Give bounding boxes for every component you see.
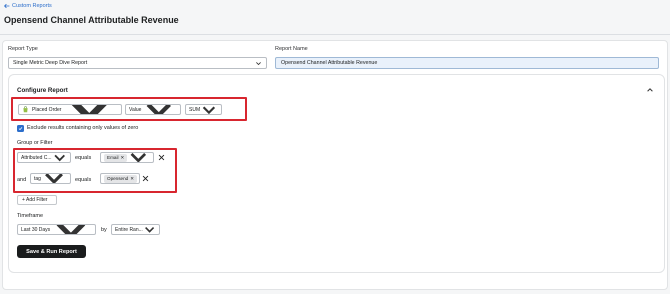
back-link-label[interactable]: Custom Reports	[12, 3, 52, 9]
measure-select[interactable]: Value	[125, 104, 181, 115]
group-filter-label: Group or Filter	[17, 140, 53, 146]
metric-value: Placed Order	[32, 106, 62, 113]
add-filter-button[interactable]: + Add Filter	[17, 195, 57, 205]
filter2-field-value: tag	[34, 175, 41, 182]
report-name-label: Report Name	[275, 46, 308, 52]
chevron-down-icon	[256, 61, 261, 65]
chip-remove-icon[interactable]: ✕	[121, 155, 125, 161]
chevron-down-icon	[56, 225, 86, 234]
aggregation-select[interactable]: SUM	[185, 104, 222, 115]
save-run-report-label: Save & Run Report	[26, 248, 77, 255]
filter1-operator: equals	[75, 155, 92, 161]
timeframe-value: Last 30 Days	[21, 226, 51, 233]
filter1-field-select[interactable]: Attributed C...	[17, 152, 71, 163]
measure-value: Value	[129, 106, 142, 113]
header-divider	[0, 34, 670, 35]
remove-filter2-icon[interactable]	[142, 175, 149, 182]
exclude-zero-label: Exclude results containing only values o…	[27, 125, 139, 131]
filter1-field-value: Attributed C...	[21, 154, 52, 161]
chevron-up-icon[interactable]	[646, 86, 654, 94]
chevron-down-icon	[147, 105, 172, 114]
report-type-value: Single Metric Deep Dive Report	[13, 60, 88, 66]
chevron-down-icon	[54, 154, 65, 162]
filter2-chip-label: Opensend	[107, 176, 129, 181]
configure-report-title: Configure Report	[17, 87, 68, 94]
report-type-select[interactable]: Single Metric Deep Dive Report	[8, 57, 267, 69]
metric-select[interactable]: Placed Order	[18, 104, 122, 115]
filter1-value-select[interactable]: Email ✕	[100, 152, 154, 163]
timeframe-label: Timeframe	[17, 213, 44, 219]
chip-remove-icon[interactable]: ✕	[130, 176, 134, 182]
back-link[interactable]: Custom Reports	[4, 3, 52, 9]
timeframe-select[interactable]: Last 30 Days	[17, 224, 96, 235]
granularity-value: Entire Ran...	[115, 226, 143, 233]
chevron-down-icon	[71, 105, 108, 114]
filter2-operator: equals	[75, 177, 92, 183]
arrow-left-icon	[4, 3, 10, 9]
filter2-prefix: and	[17, 177, 27, 183]
chevron-down-icon	[202, 106, 216, 114]
shopping-bag-icon	[23, 106, 28, 113]
filter2-field-select[interactable]: tag	[30, 173, 71, 184]
chevron-down-icon	[144, 226, 154, 233]
filter2-value-select[interactable]: Opensend ✕	[100, 173, 140, 184]
checkmark-icon	[18, 127, 23, 131]
aggregation-value: SUM	[189, 106, 201, 113]
remove-filter1-icon[interactable]	[158, 154, 165, 161]
filter1-chip-label: Email	[107, 155, 119, 160]
filter2-chip: Opensend ✕	[104, 174, 138, 183]
page-title: Opensend Channel Attributable Revenue	[4, 15, 179, 25]
exclude-zero-checkbox[interactable]	[17, 125, 24, 132]
configure-report-panel: Configure Report Placed Order Value SUM …	[8, 74, 665, 273]
report-type-label: Report Type	[8, 46, 38, 52]
timeframe-by-label: by	[101, 227, 107, 233]
save-run-report-button[interactable]: Save & Run Report	[17, 245, 86, 258]
chevron-down-icon	[130, 153, 147, 162]
report-name-input[interactable]: Opensend Channel Attributable Revenue	[275, 57, 659, 69]
chevron-down-icon	[45, 174, 63, 183]
granularity-select[interactable]: Entire Ran...	[111, 224, 160, 235]
filter1-chip: Email ✕	[104, 153, 128, 162]
add-filter-label: + Add Filter	[22, 197, 48, 203]
